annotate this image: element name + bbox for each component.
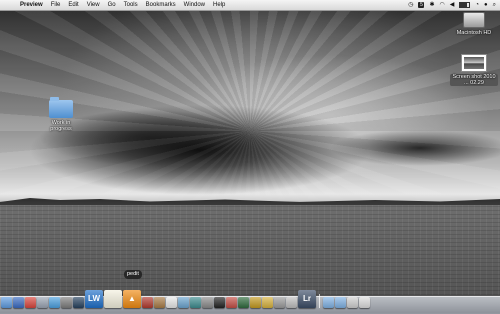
dock: LW ▲ Lr [1, 286, 499, 308]
menu-window[interactable]: Window [184, 0, 205, 10]
finder-icon[interactable] [1, 297, 12, 308]
bluetooth-icon[interactable]: ✱ [429, 0, 434, 10]
menu-bar: Preview File Edit View Go Tools Bookmark… [0, 0, 500, 11]
wifi-icon[interactable]: ◠ [440, 0, 445, 10]
dock-tooltip: pedit [124, 270, 142, 279]
textedit-icon[interactable] [104, 290, 122, 308]
stack-icon[interactable] [347, 297, 358, 308]
user-icon[interactable]: ● [484, 0, 488, 10]
menu-go[interactable]: Go [108, 0, 116, 10]
menu-view[interactable]: View [87, 0, 100, 10]
menu-file[interactable]: File [51, 0, 61, 10]
chrome-icon[interactable] [25, 297, 36, 308]
hard-drive-icon [463, 12, 485, 28]
menu-edit[interactable]: Edit [68, 0, 78, 10]
spotlight-icon[interactable]: ⌕ [493, 0, 496, 10]
grapher-icon[interactable] [226, 297, 237, 308]
menu-tools[interactable]: Tools [124, 0, 138, 10]
network-icon[interactable] [190, 297, 201, 308]
ball-icon[interactable] [250, 297, 261, 308]
desktop-item-label: Macintosh HD [456, 30, 492, 36]
desktop-item-label: Screen shot 2010 ... 02.29 [450, 74, 498, 86]
lightroom-icon[interactable]: Lr [298, 290, 316, 308]
desktop-item-macintosh-hd[interactable]: Macintosh HD [452, 12, 496, 36]
downloads-folder-icon[interactable] [335, 297, 346, 308]
battery-icon[interactable] [459, 2, 471, 8]
menu-help[interactable]: Help [213, 0, 225, 10]
status-badge[interactable]: 5 [418, 2, 425, 8]
stickies-icon[interactable] [262, 297, 273, 308]
address-book-icon[interactable] [154, 297, 165, 308]
desktop-item-work-folder[interactable]: Work in progress [44, 97, 78, 132]
menu-extras: ◷ 5 ✱ ◠ ◀ ◔ ● ⌕ [408, 0, 496, 10]
desktop-item-screenshot[interactable]: Screen shot 2010 ... 02.29 [450, 54, 498, 86]
photo-booth-icon[interactable] [142, 297, 153, 308]
system-preferences-icon[interactable] [61, 297, 72, 308]
lightwave-icon[interactable]: LW [85, 290, 103, 308]
clock-icon[interactable]: ◔ [475, 0, 479, 10]
activity-icon[interactable] [238, 297, 249, 308]
preview-icon[interactable] [178, 297, 189, 308]
documents-folder-icon[interactable] [323, 297, 334, 308]
mail-icon[interactable] [37, 297, 48, 308]
wallpaper-ground [0, 205, 500, 295]
vlc-icon[interactable]: ▲ [123, 290, 141, 308]
itunes-icon[interactable] [13, 297, 24, 308]
utility-icon[interactable] [202, 297, 213, 308]
dock-separator [319, 294, 320, 308]
ical-icon[interactable] [166, 297, 177, 308]
time-machine-icon[interactable]: ◷ [408, 0, 413, 10]
folder-icon [49, 97, 73, 118]
menu-app-preview[interactable]: Preview [20, 0, 43, 10]
archive-icon[interactable] [274, 297, 285, 308]
trash-icon[interactable] [359, 297, 370, 308]
menu-bookmarks[interactable]: Bookmarks [146, 0, 176, 10]
app-store-icon[interactable] [286, 297, 297, 308]
terminal-icon[interactable] [214, 297, 225, 308]
quicktime-icon[interactable] [73, 297, 84, 308]
desktop-item-label: Work in progress [50, 120, 72, 132]
screenshot-thumbnail-icon [461, 54, 487, 72]
volume-icon[interactable]: ◀ [450, 0, 455, 10]
safari-icon[interactable] [49, 297, 60, 308]
